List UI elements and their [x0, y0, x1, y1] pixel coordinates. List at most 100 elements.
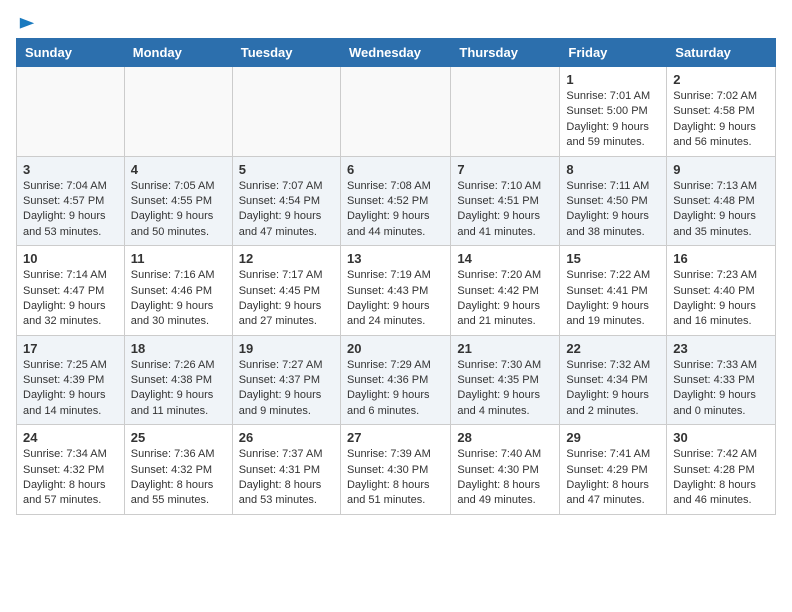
day-number: 1 — [566, 72, 660, 87]
calendar-day-cell: 8Sunrise: 7:11 AM Sunset: 4:50 PM Daylig… — [560, 156, 667, 246]
day-number: 19 — [239, 341, 334, 356]
calendar-week-row: 17 Sunrise: 7:25 AM Sunset: 4:39 PM Dayli… — [17, 335, 776, 425]
day-number: 23 — [673, 341, 769, 356]
day-number: 15 — [566, 251, 660, 266]
day-info: Sunrise: 7:01 AM Sunset: 5:00 PM Dayligh… — [566, 89, 660, 151]
calendar-day-cell: 15 Sunrise: 7:22 AM Sunset: 4:41 PM Dayli… — [560, 246, 667, 336]
day-info: Sunrise: 7:13 AM Sunset: 4:48 PM Dayligh… — [673, 179, 769, 241]
calendar-day-cell: 18 Sunrise: 7:26 AM Sunset: 4:38 PM Dayli… — [124, 335, 232, 425]
calendar-day-cell: 25 Sunrise: 7:36 AM Sunset: 4:32 PM Dayli… — [124, 425, 232, 515]
calendar-week-row: 24 Sunrise: 7:34 AM Sunset: 4:32 PM Dayli… — [17, 425, 776, 515]
calendar-day-cell: 1 Sunrise: 7:01 AM Sunset: 5:00 PM Daylig… — [560, 67, 667, 157]
calendar-day-cell: 20 Sunrise: 7:29 AM Sunset: 4:36 PM Dayli… — [340, 335, 450, 425]
day-info: Sunrise: 7:33 AM Sunset: 4:33 PM Dayligh… — [673, 358, 769, 420]
day-info: Sunrise: 7:42 AM Sunset: 4:28 PM Dayligh… — [673, 447, 769, 509]
day-info: Sunrise: 7:26 AM Sunset: 4:38 PM Dayligh… — [131, 358, 226, 420]
day-number: 20 — [347, 341, 444, 356]
day-info: Sunrise: 7:39 AM Sunset: 4:30 PM Dayligh… — [347, 447, 444, 509]
calendar-day-cell: 4 Sunrise: 7:05 AM Sunset: 4:55 PM Daylig… — [124, 156, 232, 246]
day-info: Sunrise: 7:05 AM Sunset: 4:55 PM Dayligh… — [131, 179, 226, 241]
calendar-day-cell: 21Sunrise: 7:30 AM Sunset: 4:35 PM Dayli… — [451, 335, 560, 425]
day-info: Sunrise: 7:22 AM Sunset: 4:41 PM Dayligh… — [566, 268, 660, 330]
day-number: 10 — [23, 251, 118, 266]
logo — [16, 16, 36, 30]
calendar-day-cell: 3Sunrise: 7:04 AM Sunset: 4:57 PM Daylig… — [17, 156, 125, 246]
day-info: Sunrise: 7:11 AM Sunset: 4:50 PM Dayligh… — [566, 179, 660, 241]
calendar-day-cell: 11Sunrise: 7:16 AM Sunset: 4:46 PM Dayli… — [124, 246, 232, 336]
calendar-day-cell: 28 Sunrise: 7:40 AM Sunset: 4:30 PM Dayli… — [451, 425, 560, 515]
day-number: 17 — [23, 341, 118, 356]
calendar-day-cell: 19 Sunrise: 7:27 AM Sunset: 4:37 PM Dayli… — [232, 335, 340, 425]
weekday-header-sunday: Sunday — [17, 39, 125, 67]
day-info: Sunrise: 7:07 AM Sunset: 4:54 PM Dayligh… — [239, 179, 334, 241]
day-number: 7 — [457, 162, 553, 177]
day-info: Sunrise: 7:37 AM Sunset: 4:31 PM Dayligh… — [239, 447, 334, 509]
weekday-header-row: SundayMondayTuesdayWednesdayThursdayFrid… — [17, 39, 776, 67]
calendar-day-cell: 22Sunrise: 7:32 AM Sunset: 4:34 PM Dayli… — [560, 335, 667, 425]
calendar-day-cell — [124, 67, 232, 157]
day-info: Sunrise: 7:40 AM Sunset: 4:30 PM Dayligh… — [457, 447, 553, 509]
day-info: Sunrise: 7:19 AM Sunset: 4:43 PM Dayligh… — [347, 268, 444, 330]
day-number: 22 — [566, 341, 660, 356]
day-info: Sunrise: 7:30 AM Sunset: 4:35 PM Dayligh… — [457, 358, 553, 420]
day-info: Sunrise: 7:25 AM Sunset: 4:39 PM Dayligh… — [23, 358, 118, 420]
calendar-day-cell: 13 Sunrise: 7:19 AM Sunset: 4:43 PM Dayli… — [340, 246, 450, 336]
weekday-header-saturday: Saturday — [667, 39, 776, 67]
day-info: Sunrise: 7:34 AM Sunset: 4:32 PM Dayligh… — [23, 447, 118, 509]
calendar-week-row: 3Sunrise: 7:04 AM Sunset: 4:57 PM Daylig… — [17, 156, 776, 246]
weekday-header-tuesday: Tuesday — [232, 39, 340, 67]
weekday-header-friday: Friday — [560, 39, 667, 67]
calendar-week-row: 10 Sunrise: 7:14 AM Sunset: 4:47 PM Dayli… — [17, 246, 776, 336]
calendar-day-cell: 29 Sunrise: 7:41 AM Sunset: 4:29 PM Dayli… — [560, 425, 667, 515]
day-number: 26 — [239, 430, 334, 445]
day-number: 27 — [347, 430, 444, 445]
calendar-day-cell: 23 Sunrise: 7:33 AM Sunset: 4:33 PM Dayli… — [667, 335, 776, 425]
day-number: 16 — [673, 251, 769, 266]
day-info: Sunrise: 7:36 AM Sunset: 4:32 PM Dayligh… — [131, 447, 226, 509]
calendar-day-cell: 7 Sunrise: 7:10 AM Sunset: 4:51 PM Daylig… — [451, 156, 560, 246]
day-info: Sunrise: 7:16 AM Sunset: 4:46 PM Dayligh… — [131, 268, 226, 330]
day-number: 24 — [23, 430, 118, 445]
calendar-day-cell: 14 Sunrise: 7:20 AM Sunset: 4:42 PM Dayli… — [451, 246, 560, 336]
weekday-header-thursday: Thursday — [451, 39, 560, 67]
day-number: 30 — [673, 430, 769, 445]
logo-flag-icon — [18, 16, 36, 34]
page-header — [16, 16, 776, 30]
calendar-day-cell — [451, 67, 560, 157]
day-number: 3 — [23, 162, 118, 177]
calendar-day-cell — [232, 67, 340, 157]
calendar-day-cell: 26 Sunrise: 7:37 AM Sunset: 4:31 PM Dayli… — [232, 425, 340, 515]
day-number: 25 — [131, 430, 226, 445]
day-number: 4 — [131, 162, 226, 177]
day-info: Sunrise: 7:41 AM Sunset: 4:29 PM Dayligh… — [566, 447, 660, 509]
calendar-week-row: 1 Sunrise: 7:01 AM Sunset: 5:00 PM Daylig… — [17, 67, 776, 157]
weekday-header-wednesday: Wednesday — [340, 39, 450, 67]
calendar-day-cell: 24 Sunrise: 7:34 AM Sunset: 4:32 PM Dayli… — [17, 425, 125, 515]
day-number: 28 — [457, 430, 553, 445]
day-number: 13 — [347, 251, 444, 266]
day-number: 14 — [457, 251, 553, 266]
day-number: 12 — [239, 251, 334, 266]
day-info: Sunrise: 7:20 AM Sunset: 4:42 PM Dayligh… — [457, 268, 553, 330]
day-number: 5 — [239, 162, 334, 177]
calendar-table: SundayMondayTuesdayWednesdayThursdayFrid… — [16, 38, 776, 515]
calendar-day-cell: 9 Sunrise: 7:13 AM Sunset: 4:48 PM Daylig… — [667, 156, 776, 246]
calendar-day-cell: 12 Sunrise: 7:17 AM Sunset: 4:45 PM Dayli… — [232, 246, 340, 336]
calendar-day-cell: 17 Sunrise: 7:25 AM Sunset: 4:39 PM Dayli… — [17, 335, 125, 425]
day-number: 2 — [673, 72, 769, 87]
calendar-day-cell: 10 Sunrise: 7:14 AM Sunset: 4:47 PM Dayli… — [17, 246, 125, 336]
calendar-day-cell: 30 Sunrise: 7:42 AM Sunset: 4:28 PM Dayli… — [667, 425, 776, 515]
day-number: 18 — [131, 341, 226, 356]
calendar-day-cell: 27 Sunrise: 7:39 AM Sunset: 4:30 PM Dayli… — [340, 425, 450, 515]
weekday-header-monday: Monday — [124, 39, 232, 67]
day-info: Sunrise: 7:02 AM Sunset: 4:58 PM Dayligh… — [673, 89, 769, 151]
day-info: Sunrise: 7:14 AM Sunset: 4:47 PM Dayligh… — [23, 268, 118, 330]
day-info: Sunrise: 7:29 AM Sunset: 4:36 PM Dayligh… — [347, 358, 444, 420]
day-info: Sunrise: 7:17 AM Sunset: 4:45 PM Dayligh… — [239, 268, 334, 330]
day-number: 9 — [673, 162, 769, 177]
day-number: 29 — [566, 430, 660, 445]
calendar-day-cell — [17, 67, 125, 157]
calendar-day-cell: 2 Sunrise: 7:02 AM Sunset: 4:58 PM Daylig… — [667, 67, 776, 157]
day-info: Sunrise: 7:10 AM Sunset: 4:51 PM Dayligh… — [457, 179, 553, 241]
day-info: Sunrise: 7:27 AM Sunset: 4:37 PM Dayligh… — [239, 358, 334, 420]
